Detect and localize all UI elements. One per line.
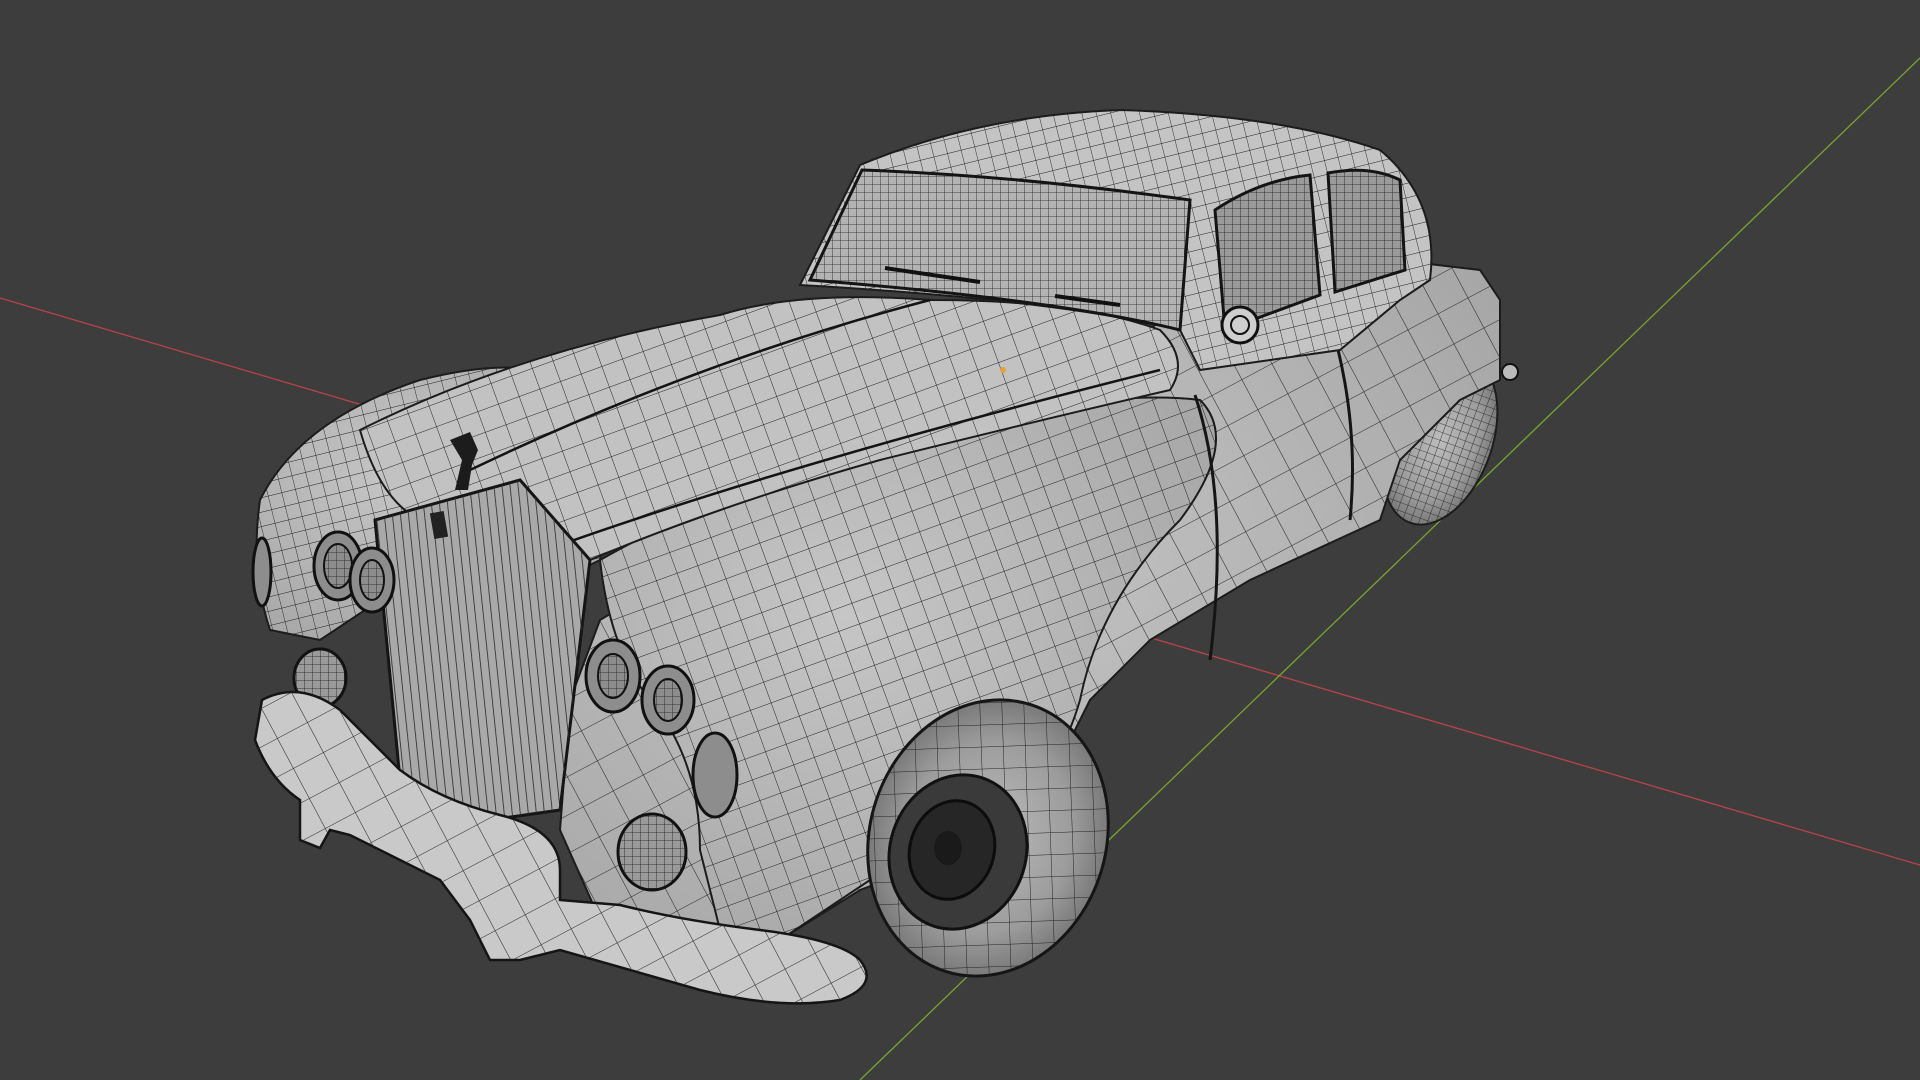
viewport-canvas[interactable] [0,0,1920,1080]
headlight-right-inner[interactable] [640,664,696,736]
headlight-left-inner[interactable] [348,546,396,614]
side-mirror[interactable] [1220,305,1260,345]
object-origin-dot[interactable] [1000,367,1006,373]
car-mesh[interactable] [251,108,1519,1008]
headlight-right-outer[interactable] [584,638,642,714]
side-indicator-left [251,536,273,608]
3d-viewport[interactable] [0,0,1920,1080]
rear-lamp [1501,363,1519,381]
side-indicator-right [691,731,739,819]
